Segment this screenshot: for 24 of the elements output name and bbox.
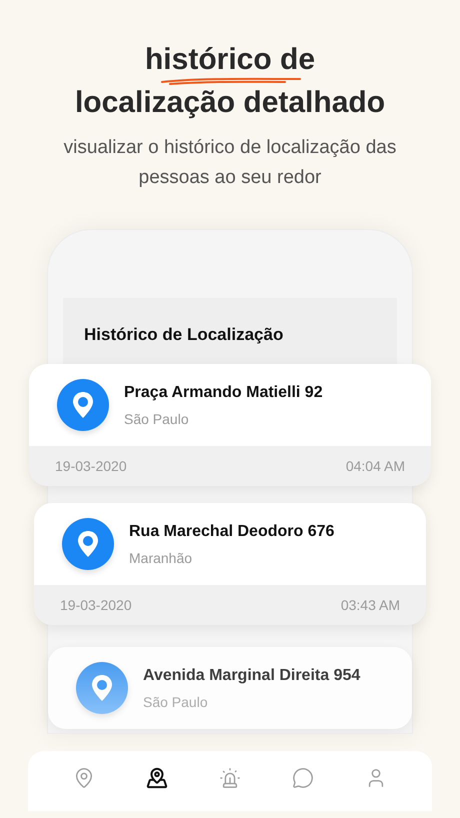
screen-title: Histórico de Localização <box>84 325 284 344</box>
address: Praça Armando Matielli 92 <box>124 382 323 402</box>
date: 19-03-2020 <box>60 596 132 614</box>
location-pin-icon <box>62 518 114 570</box>
map-pin-icon[interactable] <box>146 767 168 789</box>
history-card[interactable]: Rua Marechal Deodoro 676 Maranhão 19-03-2020 03:43 AM <box>34 503 426 625</box>
location-pin-icon <box>76 662 128 714</box>
underline-stroke-icon <box>160 77 302 85</box>
history-card[interactable]: Avenida Marginal Direita 954 São Paulo <box>48 647 412 729</box>
region: São Paulo <box>143 692 209 712</box>
siren-icon[interactable] <box>218 767 241 789</box>
region: Maranhão <box>129 548 194 568</box>
location-pin-icon <box>57 379 109 431</box>
region: São Paulo <box>124 410 190 428</box>
headline: histórico de <box>144 44 316 76</box>
subtitle: visualizar o histórico de localização das pessoas ao seu redor <box>62 136 398 190</box>
chat-bubble-icon[interactable] <box>292 767 314 789</box>
time: 04:04 AM <box>346 456 405 476</box>
date: 19-03-2020 <box>55 456 127 476</box>
history-card[interactable]: Praça Armando Matielli 92 São Paulo 19-03-2020 04:04 AM <box>29 364 431 486</box>
headline: localização detalhado <box>74 85 386 121</box>
address: Avenida Marginal Direita 954 <box>143 666 360 686</box>
address: Rua Marechal Deodoro 676 <box>129 522 334 542</box>
time: 03:43 AM <box>340 596 400 614</box>
